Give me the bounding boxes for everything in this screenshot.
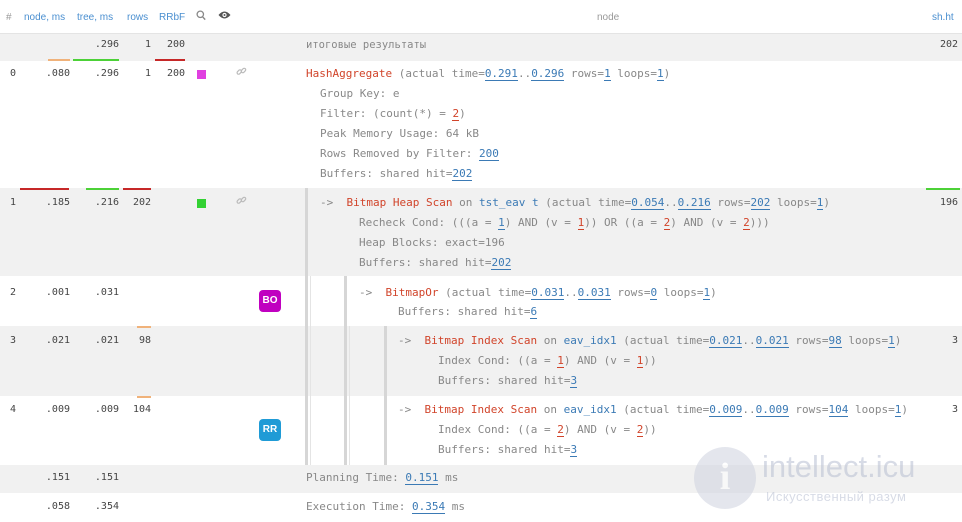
row-count: 1 bbox=[144, 68, 151, 79]
node-color-swatch bbox=[197, 70, 206, 79]
peak-memory: Peak Memory Usage: 64 kB bbox=[320, 127, 479, 140]
buffers-line: Buffers: shared hit=202 bbox=[359, 256, 512, 270]
col-header-index: # bbox=[6, 12, 12, 23]
index-name: eav_idx1 bbox=[563, 334, 617, 347]
plan-node-row[interactable]: 3 .021 .021 98 -> Bitmap Index Scan on e… bbox=[0, 326, 962, 396]
node-header[interactable]: -> Bitmap Index Scan on eav_idx1 (actual… bbox=[398, 334, 901, 348]
buffers-line: Buffers: shared hit=202 bbox=[320, 167, 473, 181]
summary-shared-hit: 202 bbox=[939, 39, 958, 50]
node-header[interactable]: -> Bitmap Index Scan on eav_idx1 (actual… bbox=[398, 403, 908, 417]
plan-node-row[interactable]: 2 .001 .031 BO -> BitmapOr (actual time=… bbox=[0, 276, 962, 326]
relation-name: tst_eav bbox=[478, 196, 526, 209]
shared-hit: 196 bbox=[939, 197, 958, 208]
node-time: .001 bbox=[45, 287, 70, 298]
tree-time: .296 bbox=[94, 68, 119, 79]
rows-bar bbox=[123, 188, 151, 190]
execution-tree-time: .354 bbox=[94, 501, 119, 512]
tree-time-bar bbox=[86, 188, 119, 190]
summary-rrbf: 200 bbox=[166, 39, 185, 50]
node-badge[interactable]: BO bbox=[259, 290, 281, 312]
rows-removed-line: Rows Removed by Filter: 200 bbox=[320, 147, 499, 161]
index-name: eav_idx1 bbox=[563, 403, 617, 416]
planning-time: Planning Time: 0.151 ms bbox=[306, 471, 459, 485]
row-count: 104 bbox=[132, 404, 151, 415]
col-header-node: node bbox=[597, 12, 620, 23]
tree-guide-line bbox=[384, 326, 387, 465]
summary-label: итоговые результаты bbox=[306, 39, 427, 51]
filter-line: Filter: (count(*) = 2) bbox=[320, 107, 466, 121]
row-count: 98 bbox=[138, 335, 151, 346]
index-cond: Index Cond: ((a = 1) AND (v = 1)) bbox=[438, 354, 657, 368]
tree-guide-line bbox=[305, 188, 308, 465]
col-header-tree-ms[interactable]: tree, ms bbox=[77, 12, 113, 23]
col-header-rrbf[interactable]: RRbF bbox=[159, 12, 185, 23]
node-operation: HashAggregate bbox=[306, 67, 393, 80]
rows-removed: 200 bbox=[166, 68, 185, 79]
heap-blocks: Heap Blocks: exact=196 bbox=[359, 236, 505, 249]
col-header-rows[interactable]: rows bbox=[127, 12, 148, 23]
node-operation: Bitmap Heap Scan bbox=[346, 196, 453, 209]
rows-bar bbox=[137, 396, 151, 398]
link-icon[interactable] bbox=[236, 66, 247, 80]
buffers-line: Buffers: shared hit=3 bbox=[438, 374, 578, 388]
execution-time: Execution Time: 0.354 ms bbox=[306, 500, 465, 514]
node-time: .185 bbox=[45, 197, 70, 208]
tree-time: .031 bbox=[94, 287, 119, 298]
search-icon[interactable] bbox=[196, 10, 206, 24]
tree-guide-line bbox=[344, 276, 347, 465]
node-color-swatch bbox=[197, 199, 206, 208]
tree-guide-line bbox=[310, 276, 311, 465]
node-index: 4 bbox=[10, 404, 17, 415]
planning-node-time: .151 bbox=[45, 472, 70, 483]
tree-guide-line bbox=[349, 326, 350, 465]
node-header[interactable]: -> BitmapOr (actual time=0.031..0.031 ro… bbox=[359, 286, 717, 300]
node-time: .009 bbox=[45, 404, 70, 415]
plan-table-header: # node, ms tree, ms rows RRbF node sh.ht bbox=[0, 0, 962, 34]
node-index: 3 bbox=[10, 335, 17, 346]
node-operation: Bitmap Index Scan bbox=[424, 334, 538, 347]
node-index: 2 bbox=[10, 287, 17, 298]
row-count: 202 bbox=[132, 197, 151, 208]
link-icon[interactable] bbox=[236, 195, 247, 209]
buffers-line: Buffers: shared hit=3 bbox=[438, 443, 578, 457]
node-operation: Bitmap Index Scan bbox=[424, 403, 538, 416]
watermark-title: intellect.icu bbox=[762, 449, 916, 484]
watermark-logo-icon: i bbox=[694, 447, 756, 509]
summary-rows: 1 bbox=[144, 39, 151, 50]
tree-time: .216 bbox=[94, 197, 119, 208]
index-cond: Index Cond: ((a = 2) AND (v = 2)) bbox=[438, 423, 657, 437]
buffers-line: Buffers: shared hit=6 bbox=[398, 305, 538, 319]
node-time: .080 bbox=[45, 68, 70, 79]
summary-tree-ms: .296 bbox=[94, 39, 119, 50]
col-header-node-ms[interactable]: node, ms bbox=[24, 12, 65, 23]
group-key: Group Key: e bbox=[320, 87, 400, 100]
rows-bar bbox=[137, 326, 151, 328]
node-index: 0 bbox=[10, 68, 17, 79]
col-header-shared-hit[interactable]: sh.ht bbox=[932, 12, 954, 23]
plan-node-row[interactable]: 1 .185 .216 202 -> Bitmap Heap Scan on t… bbox=[0, 188, 962, 276]
shared-hit-bar bbox=[926, 188, 960, 190]
watermark-subtitle: Искусственный разум bbox=[766, 489, 907, 504]
shared-hit: 3 bbox=[951, 404, 958, 415]
plan-node-row[interactable]: 0 .080 .296 1 200 HashAggregate (actual … bbox=[0, 61, 962, 188]
tree-time: .009 bbox=[94, 404, 119, 415]
node-header[interactable]: -> Bitmap Heap Scan on tst_eav t (actual… bbox=[320, 196, 830, 210]
planning-tree-time: .151 bbox=[94, 472, 119, 483]
summary-row: .296 1 200 итоговые результаты 202 bbox=[0, 34, 962, 61]
node-header[interactable]: HashAggregate (actual time=0.291..0.296 … bbox=[306, 67, 670, 81]
shared-hit: 3 bbox=[951, 335, 958, 346]
node-time-bar bbox=[20, 188, 69, 190]
node-index: 1 bbox=[10, 197, 17, 208]
execution-node-time: .058 bbox=[45, 501, 70, 512]
eye-icon[interactable] bbox=[218, 10, 231, 23]
node-badge[interactable]: RR bbox=[259, 419, 281, 441]
recheck-cond: Recheck Cond: (((a = 1) AND (v = 1)) OR … bbox=[359, 216, 770, 230]
watermark: i intellect.icu Искусственный разум bbox=[690, 445, 962, 522]
node-time: .021 bbox=[45, 335, 70, 346]
node-operation: BitmapOr bbox=[385, 286, 439, 299]
tree-time: .021 bbox=[94, 335, 119, 346]
